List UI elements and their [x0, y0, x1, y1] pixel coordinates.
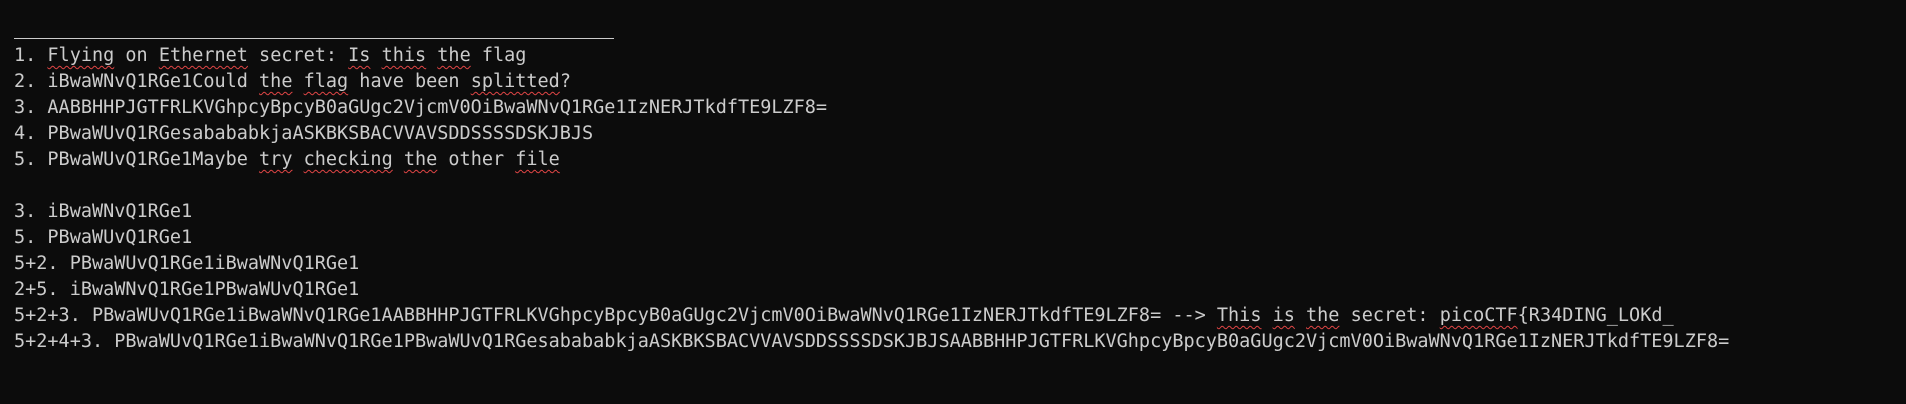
spellcheck-flagged-word: This: [1216, 305, 1262, 326]
spellcheck-flagged-word: the: [403, 149, 438, 170]
terminal-text: 2+5. iBwaWNvQ1RGe1PBwaWUvQ1RGe1: [14, 279, 360, 300]
terminal-line: 2+5. iBwaWNvQ1RGe1PBwaWUvQ1RGe1: [14, 277, 1906, 303]
terminal-line: 5. PBwaWUvQ1RGe1: [14, 225, 1906, 251]
terminal-output: 1. Flying on Ethernet secret: Is this th…: [14, 34, 1906, 355]
terminal-line: 2. iBwaWNvQ1RGe1Could the flag have been…: [14, 69, 1906, 95]
terminal-text: 4. PBwaWUvQ1RGesabababkjaASKBKSBACVVAVSD…: [14, 123, 594, 144]
spellcheck-flagged-word: the: [437, 45, 471, 66]
terminal-line: 5. PBwaWUvQ1RGe1Maybe try checking the o…: [14, 147, 1906, 173]
terminal-text: 5. PBwaWUvQ1RGe1: [14, 227, 193, 248]
terminal-line: 3. iBwaWNvQ1RGe1: [14, 199, 1906, 225]
terminal-text: secret:: [247, 45, 349, 66]
terminal-line: 5+2+4+3. PBwaWUvQ1RGe1iBwaWNvQ1RGe1PBwaW…: [14, 329, 1906, 355]
spellcheck-flagged-word: Ethernet: [158, 45, 248, 66]
terminal-text: 5. PBwaWUvQ1RGe1Maybe: [14, 149, 260, 170]
terminal-line: 4. PBwaWUvQ1RGesabababkjaASKBKSBACVVAVSD…: [14, 121, 1906, 147]
terminal-text: 5+2. PBwaWUvQ1RGe1iBwaWNvQ1RGe1: [14, 253, 360, 274]
top-divider-line: [14, 38, 614, 39]
spellcheck-flagged-word: this: [381, 45, 427, 66]
spellcheck-flagged-word: file: [515, 149, 560, 170]
spellcheck-flagged-word: checking: [303, 149, 393, 170]
terminal-text: secret:: [1339, 305, 1440, 326]
terminal-text: 1.: [14, 45, 48, 66]
spellcheck-flagged-word: picoCTF: [1439, 305, 1518, 326]
terminal-text: {R34DING_LOKd_: [1517, 305, 1674, 326]
spellcheck-flagged-word: the: [1306, 305, 1340, 326]
spellcheck-flagged-word: splitted: [470, 71, 560, 92]
spellcheck-flagged-word: the: [259, 71, 293, 92]
terminal-text: have been: [348, 71, 471, 92]
terminal-line: 1. Flying on Ethernet secret: Is this th…: [14, 43, 1906, 69]
terminal-text: other: [437, 149, 516, 170]
terminal-text: flag: [470, 45, 527, 66]
terminal-text: 3. AABBHHPJGTFRLKVGhpcyBpcyB0aGUgc2VjcmV…: [14, 97, 828, 118]
terminal-line: 3. AABBHHPJGTFRLKVGhpcyBpcyB0aGUgc2VjcmV…: [14, 95, 1906, 121]
spellcheck-flagged-word: flag: [303, 71, 349, 92]
terminal-window[interactable]: 1. Flying on Ethernet secret: Is this th…: [0, 0, 1906, 404]
terminal-text: 5+2+3. PBwaWUvQ1RGe1iBwaWNvQ1RGe1AABBHHP…: [14, 305, 1217, 326]
terminal-line: 5+2+3. PBwaWUvQ1RGe1iBwaWNvQ1RGe1AABBHHP…: [14, 303, 1906, 329]
terminal-text: 2. iBwaWNvQ1RGe1Could: [14, 71, 260, 92]
terminal-text: 3. iBwaWNvQ1RGe1: [14, 201, 193, 222]
spellcheck-flagged-word: Is: [348, 45, 371, 66]
spellcheck-flagged-word: is: [1272, 305, 1295, 326]
spellcheck-flagged-word: Flying: [47, 45, 115, 66]
terminal-text: on: [114, 45, 159, 66]
spellcheck-flagged-word: try: [259, 149, 293, 170]
terminal-text: 5+2+4+3. PBwaWUvQ1RGe1iBwaWNvQ1RGe1PBwaW…: [14, 331, 1730, 352]
terminal-text: ?: [559, 71, 571, 92]
terminal-line: 5+2. PBwaWUvQ1RGe1iBwaWNvQ1RGe1: [14, 251, 1906, 277]
